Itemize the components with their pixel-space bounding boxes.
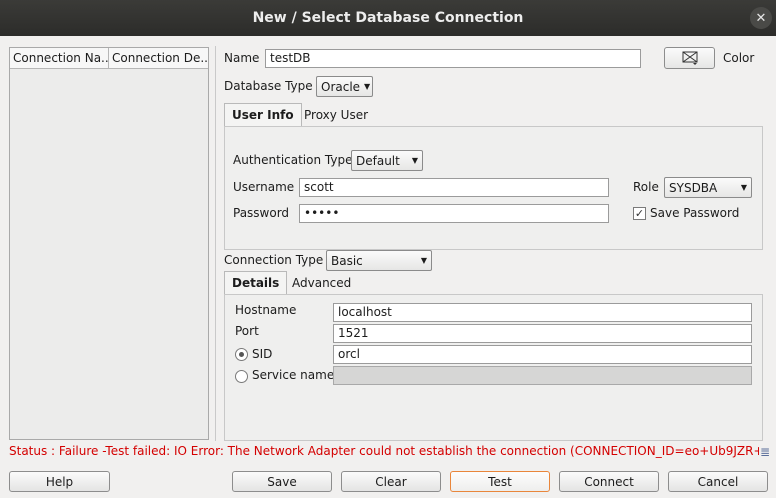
chevron-down-icon: ▼: [411, 156, 418, 165]
help-button[interactable]: Help: [9, 471, 110, 492]
authentication-type-label: Authentication Type: [233, 153, 353, 167]
color-button[interactable]: [664, 47, 715, 69]
username-input[interactable]: scott: [299, 178, 609, 197]
connection-type-select[interactable]: Basic ▼: [326, 250, 432, 271]
save-password-label: Save Password: [650, 206, 740, 220]
port-label: Port: [235, 324, 259, 338]
sid-radio[interactable]: [235, 348, 248, 361]
sid-label: SID: [252, 347, 273, 361]
status-message: Status : Failure -Test failed: IO Error:…: [9, 444, 759, 458]
port-input[interactable]: 1521: [333, 324, 752, 343]
database-type-label: Database Type: [224, 79, 313, 93]
chevron-down-icon: ▼: [364, 82, 371, 91]
username-label: Username: [233, 180, 295, 194]
chevron-down-icon: ▼: [740, 183, 747, 192]
panel-splitter[interactable]: [215, 46, 216, 441]
column-header-connection-details[interactable]: Connection De...: [109, 48, 208, 68]
role-label: Role: [633, 180, 659, 194]
database-type-select[interactable]: Oracle ▼: [316, 76, 373, 97]
clear-button[interactable]: Clear: [341, 471, 441, 492]
status-detail-icon[interactable]: ≣: [760, 445, 770, 459]
connect-button[interactable]: Connect: [559, 471, 659, 492]
role-value: SYSDBA: [669, 180, 718, 195]
save-button[interactable]: Save: [232, 471, 332, 492]
role-select[interactable]: SYSDBA ▼: [664, 177, 752, 198]
window-title: New / Select Database Connection: [252, 10, 524, 26]
tab-advanced[interactable]: Advanced: [285, 272, 358, 296]
save-password-checkbox[interactable]: ✓: [633, 207, 646, 220]
checkmark-icon: ✓: [634, 207, 645, 220]
connection-type-value: Basic: [331, 253, 363, 268]
tab-proxy-user[interactable]: Proxy User: [297, 104, 375, 128]
close-icon: ✕: [755, 10, 767, 26]
chevron-down-icon: ▼: [420, 256, 427, 265]
color-label: Color: [723, 51, 755, 65]
password-label: Password: [233, 206, 290, 220]
hostname-label: Hostname: [235, 303, 297, 317]
service-name-input: [333, 366, 752, 385]
authentication-type-select[interactable]: Default ▼: [351, 150, 423, 171]
name-input[interactable]: testDB: [265, 49, 641, 68]
column-header-connection-name[interactable]: Connection Na...: [10, 48, 109, 68]
database-type-value: Oracle: [321, 79, 361, 94]
title-bar: New / Select Database Connection ✕: [0, 0, 776, 36]
cancel-button[interactable]: Cancel: [668, 471, 768, 492]
password-input[interactable]: •••••: [299, 204, 609, 223]
connection-type-label: Connection Type: [224, 253, 324, 267]
tab-details[interactable]: Details: [224, 271, 288, 295]
name-label: Name: [224, 51, 260, 65]
tab-user-info[interactable]: User Info: [224, 103, 302, 127]
sid-input[interactable]: orcl: [333, 345, 752, 364]
close-button[interactable]: ✕: [750, 7, 772, 29]
connection-list[interactable]: Connection Na... Connection De...: [9, 47, 209, 440]
authentication-type-value: Default: [356, 153, 400, 168]
test-button[interactable]: Test: [450, 471, 550, 492]
service-name-label: Service name: [252, 368, 335, 382]
color-picker-icon: [682, 51, 697, 65]
connection-list-header: Connection Na... Connection De...: [10, 48, 208, 69]
service-name-radio[interactable]: [235, 370, 248, 383]
hostname-input[interactable]: localhost: [333, 303, 752, 322]
